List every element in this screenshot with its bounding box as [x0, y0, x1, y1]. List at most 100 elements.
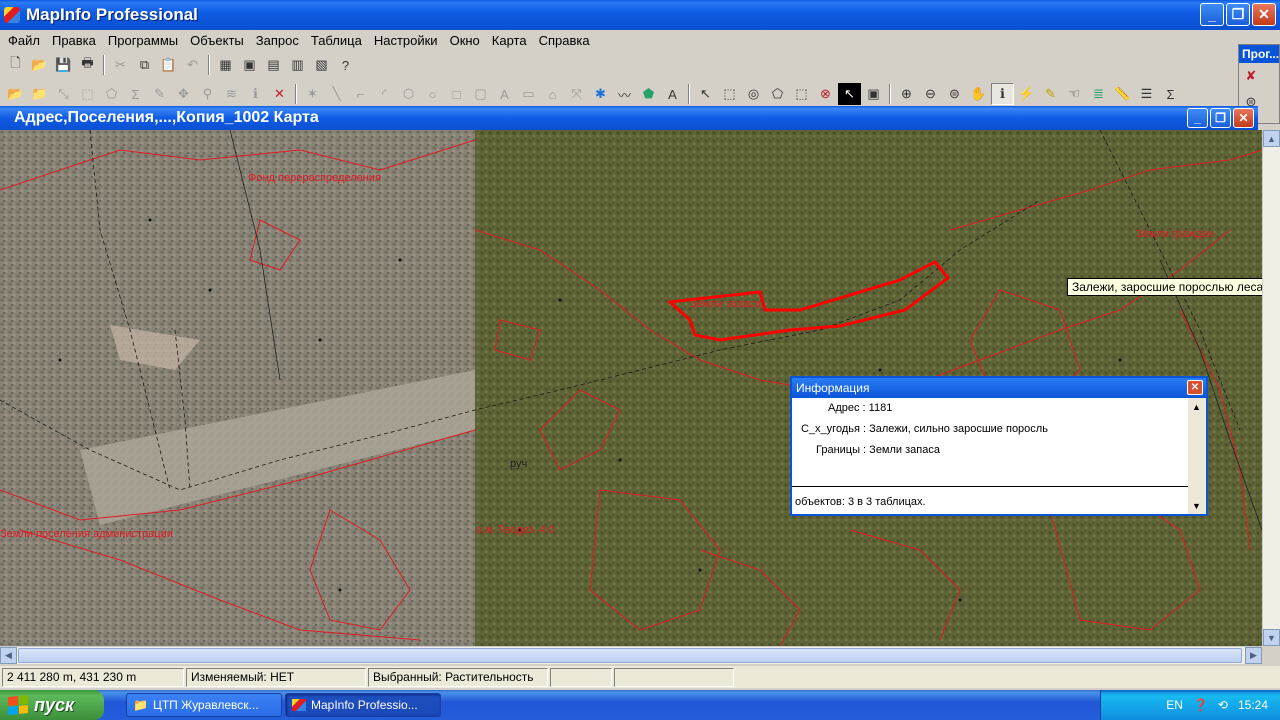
new-browser-icon[interactable]: ▦ [214, 54, 237, 76]
scroll-up-icon[interactable]: ▲ [1188, 398, 1205, 415]
scroll-left-icon[interactable]: ◀ [0, 647, 17, 664]
menu-objects[interactable]: Объекты [184, 33, 250, 48]
change-view-icon[interactable]: ⊜ [943, 83, 966, 105]
undo-icon[interactable]: ↶ [181, 54, 204, 76]
ellipse-icon[interactable]: ○ [421, 83, 444, 105]
menu-help[interactable]: Справка [533, 33, 596, 48]
line-icon[interactable]: ╲ [325, 83, 348, 105]
info-close-button[interactable]: ✕ [1187, 380, 1203, 395]
new-grapher-icon[interactable]: ▤ [262, 54, 285, 76]
app-titlebar[interactable]: MapInfo Professional _ ❐ ✕ [0, 0, 1280, 30]
menu-window[interactable]: Окно [444, 33, 486, 48]
menu-file[interactable]: Файл [2, 33, 46, 48]
redistrict-icon[interactable]: ▧ [310, 54, 333, 76]
boundary-select-icon[interactable]: ⬚ [790, 83, 813, 105]
invert-select-icon[interactable]: ↖ [838, 83, 861, 105]
tool-runner-icon[interactable]: ✘ [1241, 66, 1261, 86]
print-icon[interactable]: 🖶 [76, 54, 99, 76]
open-workspace-icon[interactable]: 📁 [28, 83, 51, 105]
region-style-icon[interactable]: ⬟ [637, 83, 660, 105]
menu-programs[interactable]: Программы [102, 33, 184, 48]
map-restore-button[interactable]: ❐ [1210, 108, 1231, 128]
symbol-style-icon[interactable]: ✱ [589, 83, 612, 105]
layer-icon[interactable]: ≋ [220, 83, 243, 105]
map-minimize-button[interactable]: _ [1187, 108, 1208, 128]
map-window-titlebar[interactable]: Адрес,Поселения,...,Копия_1002 Карта _ ❐… [0, 106, 1258, 130]
marquee-select-icon[interactable]: ⬚ [718, 83, 741, 105]
start-button[interactable]: пуск [0, 690, 104, 720]
help-icon[interactable]: ? [334, 54, 357, 76]
legend-icon[interactable]: ☰ [1135, 83, 1158, 105]
horizontal-scroll-thumb[interactable] [18, 648, 1242, 663]
copy-icon[interactable]: ⧉ [133, 54, 156, 76]
graph-select-icon[interactable]: ▣ [862, 83, 885, 105]
drag-icon[interactable]: ✥ [172, 83, 195, 105]
map-horizontal-scrollbar[interactable]: ◀ ▶ [0, 646, 1262, 664]
sum-icon[interactable]: Σ [124, 83, 147, 105]
symbol-icon[interactable]: ✶ [301, 83, 324, 105]
taskbar-item-mapinfo[interactable]: MapInfo Professio... [285, 693, 441, 717]
scroll-up-icon[interactable]: ▲ [1263, 130, 1280, 147]
reshape-node-icon[interactable]: ⤧ [565, 83, 588, 105]
hotlink-icon[interactable]: ⚡ [1015, 83, 1038, 105]
scroll-down-icon[interactable]: ▼ [1188, 497, 1205, 514]
help-tray-icon[interactable]: ❓ [1193, 698, 1208, 712]
new-icon[interactable]: 🗋 [4, 54, 27, 76]
select-marquee-icon[interactable]: ⬚ [76, 83, 99, 105]
programs-panel-title[interactable]: Прог... [1239, 45, 1279, 63]
info-window[interactable]: Информация ✕ Адрес : 1181 С_х_угодья : З… [790, 376, 1208, 516]
statistics-icon[interactable]: Σ [1159, 83, 1182, 105]
info-window-titlebar[interactable]: Информация ✕ [792, 378, 1206, 398]
scroll-down-icon[interactable]: ▼ [1263, 629, 1280, 646]
label-tool-icon[interactable]: ✎ [1039, 83, 1062, 105]
menu-options[interactable]: Настройки [368, 33, 444, 48]
text-icon[interactable]: A [493, 83, 516, 105]
minimize-button[interactable]: _ [1200, 3, 1224, 26]
frame-icon[interactable]: ▭ [517, 83, 540, 105]
info-scrollbar[interactable]: ▲ ▼ [1188, 398, 1206, 514]
open-table-icon[interactable]: 📂 [4, 83, 27, 105]
ruler-icon[interactable]: 📏 [1111, 83, 1134, 105]
rounded-rect-icon[interactable]: ▢ [469, 83, 492, 105]
drag-window-icon[interactable]: ☜ [1063, 83, 1086, 105]
language-indicator[interactable]: EN [1166, 698, 1183, 712]
label-icon[interactable]: ✎ [148, 83, 171, 105]
binoculars-icon[interactable]: ⚲ [196, 83, 219, 105]
polygon-select-tool-icon[interactable]: ⬠ [766, 83, 789, 105]
polyline-icon[interactable]: ⌐ [349, 83, 372, 105]
zoom-out-icon[interactable]: ⊖ [919, 83, 942, 105]
delete-icon[interactable]: ✕ [268, 83, 291, 105]
grabber-icon[interactable]: ✋ [967, 83, 990, 105]
open-icon[interactable]: 📂 [28, 54, 51, 76]
paste-icon[interactable]: 📋 [157, 54, 180, 76]
close-button[interactable]: ✕ [1252, 3, 1276, 26]
scroll-right-icon[interactable]: ▶ [1245, 647, 1262, 664]
reshape-icon[interactable]: ⤡ [52, 83, 75, 105]
rectangle-icon[interactable]: □ [445, 83, 468, 105]
map-close-button[interactable]: ✕ [1233, 108, 1254, 128]
status-selected[interactable]: Выбранный: Растительность [368, 667, 548, 687]
info-small-icon[interactable]: ℹ [244, 83, 267, 105]
radius-select-icon[interactable]: ◎ [742, 83, 765, 105]
restore-button[interactable]: ❐ [1226, 3, 1250, 26]
line-style-icon[interactable]: 〰 [613, 83, 636, 105]
new-mapper-icon[interactable]: ▣ [238, 54, 261, 76]
menu-map[interactable]: Карта [486, 33, 533, 48]
network-icon[interactable]: ⟲ [1218, 698, 1228, 712]
save-icon[interactable]: 💾 [52, 54, 75, 76]
layer-control-icon[interactable]: ≣ [1087, 83, 1110, 105]
menu-table[interactable]: Таблица [305, 33, 368, 48]
menu-query[interactable]: Запрос [250, 33, 305, 48]
taskbar-item-folder[interactable]: 📁 ЦТП Журавлевск... [126, 693, 282, 717]
clock[interactable]: 15:24 [1238, 698, 1268, 712]
map-vertical-scrollbar[interactable]: ▲ ▼ [1262, 130, 1280, 646]
unselect-icon[interactable]: ⊗ [814, 83, 837, 105]
add-node-icon[interactable]: ⌂ [541, 83, 564, 105]
menu-edit[interactable]: Правка [46, 33, 102, 48]
arc-icon[interactable]: ◜ [373, 83, 396, 105]
info-tool-icon[interactable]: ℹ [991, 83, 1014, 105]
new-layout-icon[interactable]: ▥ [286, 54, 309, 76]
select-arrow-icon[interactable]: ↖ [694, 83, 717, 105]
polygon-select-icon[interactable]: ⬠ [100, 83, 123, 105]
cut-icon[interactable]: ✂ [109, 54, 132, 76]
